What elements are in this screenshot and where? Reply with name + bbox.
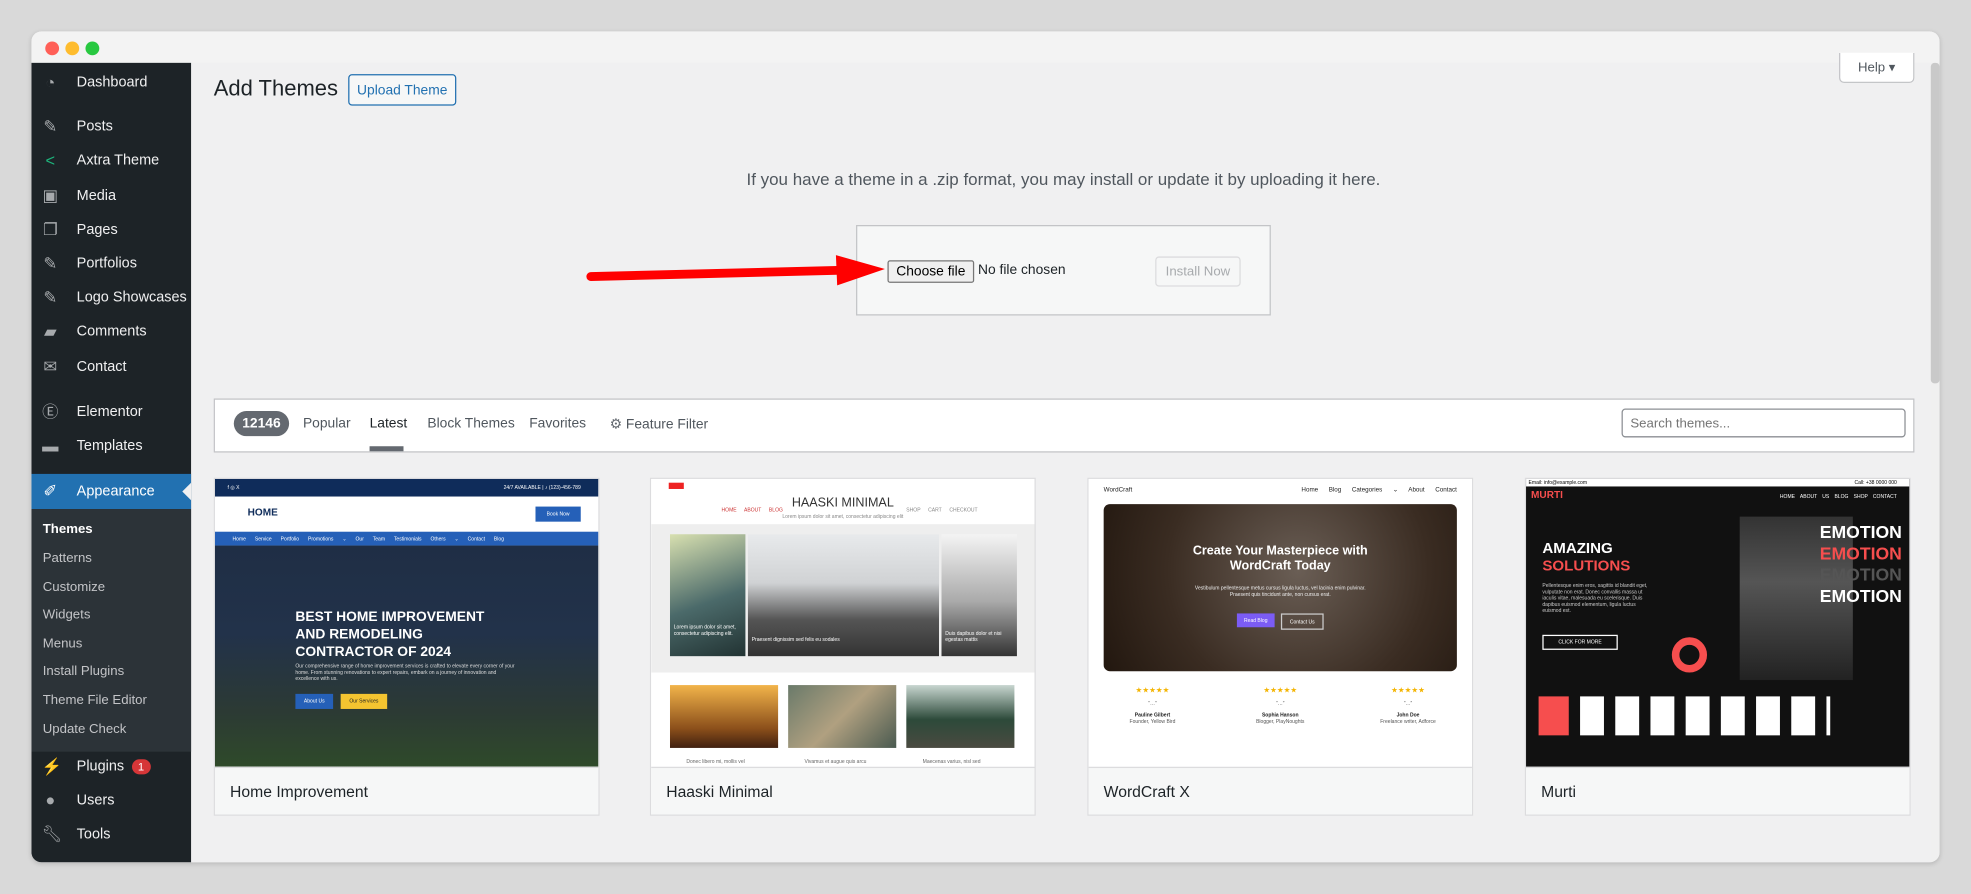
sidebar-item-pages[interactable]: ❐ Pages [31,214,191,247]
theme-name: Haaski Minimal [651,766,1035,815]
upload-theme-button[interactable]: Upload Theme [348,74,457,106]
submenu-themes[interactable]: Themes [43,522,93,537]
brush-icon: ✐ [43,481,58,501]
theme-card-home-improvement[interactable]: f ◎ X 24/7 AVAILABLE | ♪ (123)-456-789 H… [213,477,600,816]
submenu-customize[interactable]: Customize [43,579,105,594]
sidebar-item-axtra-theme[interactable]: < Axtra Theme [31,145,191,178]
preview-bar [1720,696,1745,736]
sidebar-item-plugins[interactable]: ⚡ Plugins 1 [31,750,191,783]
upload-form: Choose file No file chosen Install Now [856,225,1271,316]
active-tab-indicator [369,446,404,452]
sidebar-item-appearance[interactable]: ✐ Appearance [31,473,192,510]
preview-bar [1615,696,1640,736]
theme-count-badge: 12146 [233,411,290,437]
preview-bar [1826,696,1831,736]
testimonial: ★★★★★ “…” John Doe Freelance writer, Adforc… [1380,687,1436,725]
tab-favorites[interactable]: Favorites [529,416,586,431]
sidebar-item-portfolios[interactable]: ✎ Portfolios [31,248,191,281]
pin-icon: ✎ [43,287,58,307]
sidebar-item-dashboard[interactable]: ◔ Dashboard [31,67,191,100]
sidebar-item-templates[interactable]: ▬ Templates [31,430,191,463]
elementor-icon: Ⓔ [42,402,59,422]
preview-bar [1756,696,1780,736]
pin-icon: ✎ [43,116,58,136]
sidebar-item-logo-showcases[interactable]: ✎ Logo Showcases [31,282,191,315]
appearance-submenu: Themes Patterns Customize Widgets Menus … [31,509,192,752]
theme-name: Murti [1526,766,1910,815]
theme-card-haaski-minimal[interactable]: HAASKI MINIMAL Lorem ipsum dolor sit ame… [649,477,1036,816]
submenu-theme-file-editor[interactable]: Theme File Editor [43,693,147,708]
testimonial: ★★★★★ “…” Pauline Gilbert Founder, Yellow B… [1129,687,1176,725]
submenu-patterns[interactable]: Patterns [43,551,92,566]
feature-filter-button[interactable]: ⚙ Feature Filter [610,416,708,432]
submenu-install-plugins[interactable]: Install Plugins [43,664,124,679]
theme-screenshot[interactable]: Email: info@example.com Call: +38 0000 0… [1526,478,1910,767]
theme-screenshot[interactable]: f ◎ X 24/7 AVAILABLE | ♪ (123)-456-789 H… [214,478,599,767]
tab-latest[interactable]: Latest [370,416,408,431]
media-icon: ▣ [42,186,58,205]
preview-bar [1580,696,1604,736]
user-icon: ● [45,790,56,810]
minimize-window-button[interactable] [65,41,80,56]
preview-bar [1791,696,1816,736]
testimonial: ★★★★★ “…” Sophia Hanson Blogger, PlayNought… [1256,687,1305,725]
page-title: Add Themes [213,75,339,101]
mail-icon: ✉ [43,356,58,376]
folder-icon: ▬ [42,436,59,456]
file-status: No file chosen [977,262,1066,278]
submenu-menus[interactable]: Menus [43,636,83,651]
red-arrow-annotation [586,255,885,286]
theme-screenshot[interactable]: WordCraft Home Blog Categories ⌄ About C… [1088,478,1472,767]
scrollbar-thumb[interactable] [1930,62,1940,384]
sidebar-item-posts[interactable]: ✎ Posts [31,111,191,144]
submenu-widgets[interactable]: Widgets [43,607,91,622]
dashboard-icon: ◔ [45,72,56,92]
gear-icon: ⚙ [609,417,623,433]
submenu-update-check[interactable]: Update Check [43,722,127,737]
preview-bar [1685,696,1710,736]
sidebar-item-media[interactable]: ▣ Media [31,180,191,213]
theme-screenshot[interactable]: HAASKI MINIMAL Lorem ipsum dolor sit ame… [651,478,1035,767]
sidebar-item-comments[interactable]: ▰ Comments [31,316,191,349]
sidebar-item-tools[interactable]: 🔧︎ Tools [31,818,191,851]
plugins-update-badge: 1 [131,759,151,775]
sidebar-item-contact[interactable]: ✉ Contact [31,351,191,384]
current-menu-pointer [182,482,192,501]
upload-instructions: If you have a theme in a .zip format, yo… [746,169,1381,189]
theme-name: Home Improvement [214,766,599,815]
comment-icon: ▰ [43,321,57,341]
sidebar-item-users[interactable]: ● Users [31,784,191,817]
pin-icon: ✎ [43,253,58,273]
maximize-window-button[interactable] [85,41,100,56]
help-button[interactable]: Help ▾ [1839,52,1915,83]
choose-file-button[interactable]: Choose file [887,260,975,283]
browser-window: ◔ Dashboard ✎ Posts < Axtra Theme ▣ Media ❐ P… [31,31,1940,863]
search-themes-input[interactable] [1621,408,1906,438]
preview-bar [1650,696,1675,736]
pages-icon: ❐ [42,219,58,239]
sidebar-item-elementor[interactable]: Ⓔ Elementor [31,396,191,429]
preview-nav: Home Service Portfolio Promotions ⌄ Our … [232,535,505,542]
plugin-icon: ⚡ [41,756,62,776]
wrench-icon: 🔧︎ [41,824,63,844]
tab-popular[interactable]: Popular [303,416,351,431]
install-now-button[interactable]: Install Now [1155,256,1241,287]
theme-name: WordCraft X [1088,766,1472,815]
theme-card-wordcraft-x[interactable]: WordCraft Home Blog Categories ⌄ About C… [1087,477,1474,816]
title-bar [31,31,1940,63]
preview-logo: HOME [247,506,278,518]
close-window-button[interactable] [45,41,60,56]
social-icons: f ◎ X [227,483,240,491]
tab-block-themes[interactable]: Block Themes [427,416,514,431]
admin-sidebar: ◔ Dashboard ✎ Posts < Axtra Theme ▣ Media ❐ P… [31,62,192,863]
theme-card-murti[interactable]: Email: info@example.com Call: +38 0000 0… [1524,477,1911,816]
preview-bar [1538,696,1569,736]
axtra-icon: < [45,150,56,170]
scrollbar[interactable] [1930,62,1940,863]
